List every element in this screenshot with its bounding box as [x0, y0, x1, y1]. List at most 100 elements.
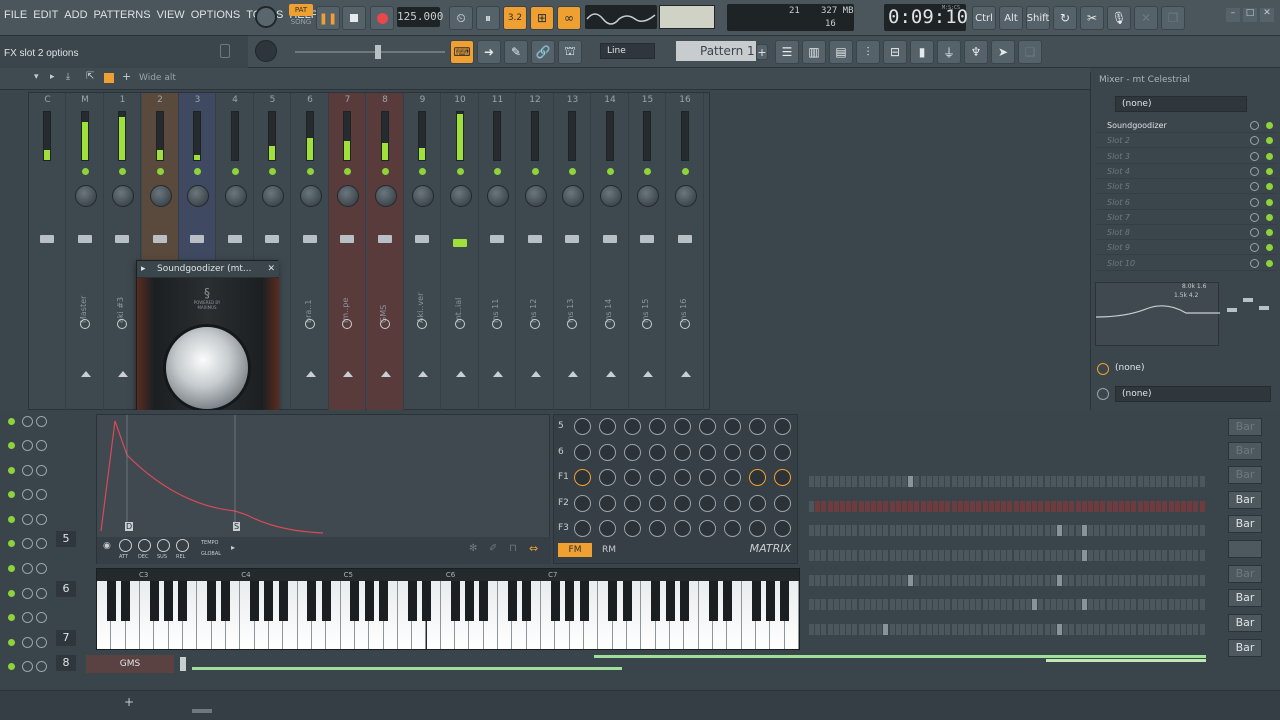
slot-enable-led[interactable]: [1266, 198, 1273, 206]
matrix-knob[interactable]: [599, 418, 616, 435]
channel-led[interactable]: [8, 491, 15, 498]
black-key[interactable]: [550, 581, 560, 621]
strip-enable-led[interactable]: [344, 168, 351, 175]
attack-knob[interactable]: [119, 539, 132, 552]
main-pitch-knob[interactable]: [255, 40, 277, 62]
pan-knob[interactable]: [74, 185, 97, 207]
strip-enable-led[interactable]: [194, 168, 201, 175]
matrix-knob[interactable]: [649, 443, 666, 461]
black-key[interactable]: [665, 581, 675, 621]
pan-knob[interactable]: [412, 185, 434, 207]
matrix-knob[interactable]: [724, 520, 741, 537]
matrix-knob[interactable]: [749, 469, 766, 486]
export-button[interactable]: ➤: [991, 40, 1015, 64]
route-icon[interactable]: [529, 319, 540, 329]
volume-fader[interactable]: [152, 235, 167, 243]
channel-vol-knob[interactable]: [36, 563, 47, 574]
black-key[interactable]: [679, 581, 689, 621]
black-key[interactable]: [178, 581, 188, 621]
bar-button-5[interactable]: Bar: [1228, 515, 1262, 533]
step-cell[interactable]: [1198, 475, 1206, 488]
mixer-strip-16[interactable]: 16 Ins 16: [667, 93, 704, 411]
play-arrow-icon[interactable]: ▸: [231, 543, 235, 552]
volume-fader[interactable]: [227, 235, 242, 243]
black-key[interactable]: [407, 581, 417, 621]
send-arrow-icon[interactable]: [380, 371, 391, 377]
matrix-knob[interactable]: [699, 520, 716, 537]
piano-roll-view-button[interactable]: ▤: [829, 40, 853, 64]
fx-slot-2[interactable]: Slot 2: [1095, 133, 1277, 149]
pattern-selector[interactable]: Pattern 1: [676, 41, 756, 61]
fx-slot-1[interactable]: Soundgoodizer: [1095, 118, 1277, 133]
matrix-knob[interactable]: [699, 469, 716, 486]
route-icon[interactable]: [117, 319, 127, 329]
black-key[interactable]: [307, 581, 317, 621]
send-arrow-icon[interactable]: [343, 371, 353, 377]
mix-level-icon[interactable]: [1250, 121, 1259, 130]
matrix-knob[interactable]: [724, 443, 741, 461]
black-key[interactable]: [422, 581, 431, 621]
volume-fader[interactable]: [452, 239, 467, 247]
bar-button-10[interactable]: Bar: [1228, 639, 1262, 657]
route-icon[interactable]: [342, 319, 352, 329]
channel-vol-knob[interactable]: [36, 588, 47, 599]
channel-led[interactable]: [8, 565, 15, 572]
black-key[interactable]: [507, 581, 517, 621]
black-key[interactable]: [321, 581, 331, 621]
matrix-knob[interactable]: [724, 418, 741, 435]
send-arrow-icon[interactable]: [80, 371, 91, 377]
record-button[interactable]: [370, 6, 394, 30]
fx-slot-3[interactable]: Slot 3: [1095, 149, 1277, 164]
channel-led[interactable]: [8, 663, 15, 670]
strip-enable-led[interactable]: [494, 168, 501, 175]
alt-key-button[interactable]: Alt: [999, 6, 1023, 30]
send-arrow-icon[interactable]: [530, 371, 541, 377]
cursor-icon[interactable]: ⇱: [86, 71, 94, 82]
channel-led[interactable]: [8, 467, 15, 474]
strip-enable-led[interactable]: [606, 168, 614, 175]
plugin-picker-button[interactable]: ⏚: [937, 40, 961, 64]
channel-pan-knob[interactable]: [22, 514, 33, 525]
mixer-strip-M[interactable]: M Master: [67, 93, 104, 411]
channel-pan-knob[interactable]: [22, 416, 33, 427]
mixer-strip-14[interactable]: 14 Ins 14: [592, 93, 629, 411]
step-cell[interactable]: [1198, 623, 1206, 636]
channel-pan-knob[interactable]: [22, 465, 33, 476]
black-key[interactable]: [565, 581, 575, 621]
power-icon[interactable]: ◉: [103, 541, 111, 551]
step-edit-button[interactable]: ⊞: [530, 6, 554, 30]
mix-level-icon[interactable]: [1250, 197, 1259, 207]
pan-knob[interactable]: [374, 185, 397, 207]
menu-add[interactable]: ADD: [64, 9, 87, 21]
matrix-knob[interactable]: [674, 469, 691, 486]
fx-slot-8[interactable]: Slot 8: [1095, 225, 1277, 241]
send-arrow-icon[interactable]: [305, 371, 316, 377]
matrix-knob[interactable]: [624, 418, 641, 435]
black-key[interactable]: [651, 581, 661, 621]
stamp-button[interactable]: ⛫: [558, 40, 582, 64]
slot-enable-led[interactable]: [1266, 244, 1273, 252]
pan-knob[interactable]: [262, 185, 284, 207]
link-button[interactable]: 🔗: [531, 40, 555, 64]
mixer-strip-13[interactable]: 13 Ins 13: [554, 93, 591, 411]
close-window-icon[interactable]: ✕: [1260, 8, 1274, 22]
piano-roll-button[interactable]: ⌨: [450, 40, 474, 64]
rm-tab[interactable]: RM: [602, 543, 616, 557]
channel-vol-knob[interactable]: [36, 612, 47, 623]
black-key[interactable]: [350, 581, 360, 621]
strip-enable-led[interactable]: [681, 168, 689, 175]
fx-slot-6[interactable]: Slot 6: [1095, 195, 1277, 210]
bottom-scrollbar[interactable]: +: [0, 690, 1280, 720]
black-key[interactable]: [106, 581, 116, 621]
fx-slot-9[interactable]: Slot 9: [1095, 240, 1277, 256]
global-toggle[interactable]: GLOBAL: [201, 551, 221, 557]
black-key[interactable]: [722, 581, 732, 621]
bar-button-4[interactable]: Bar: [1228, 491, 1262, 509]
mixer-strip-12[interactable]: 12 Ins 12: [517, 93, 554, 411]
send-arrow-icon[interactable]: [568, 371, 578, 377]
stop-button[interactable]: [342, 6, 366, 30]
slot-enable-led[interactable]: [1266, 137, 1273, 145]
matrix-knob[interactable]: [649, 469, 666, 486]
menu-edit[interactable]: EDIT: [33, 9, 58, 21]
mix-level-icon[interactable]: [1250, 258, 1259, 268]
